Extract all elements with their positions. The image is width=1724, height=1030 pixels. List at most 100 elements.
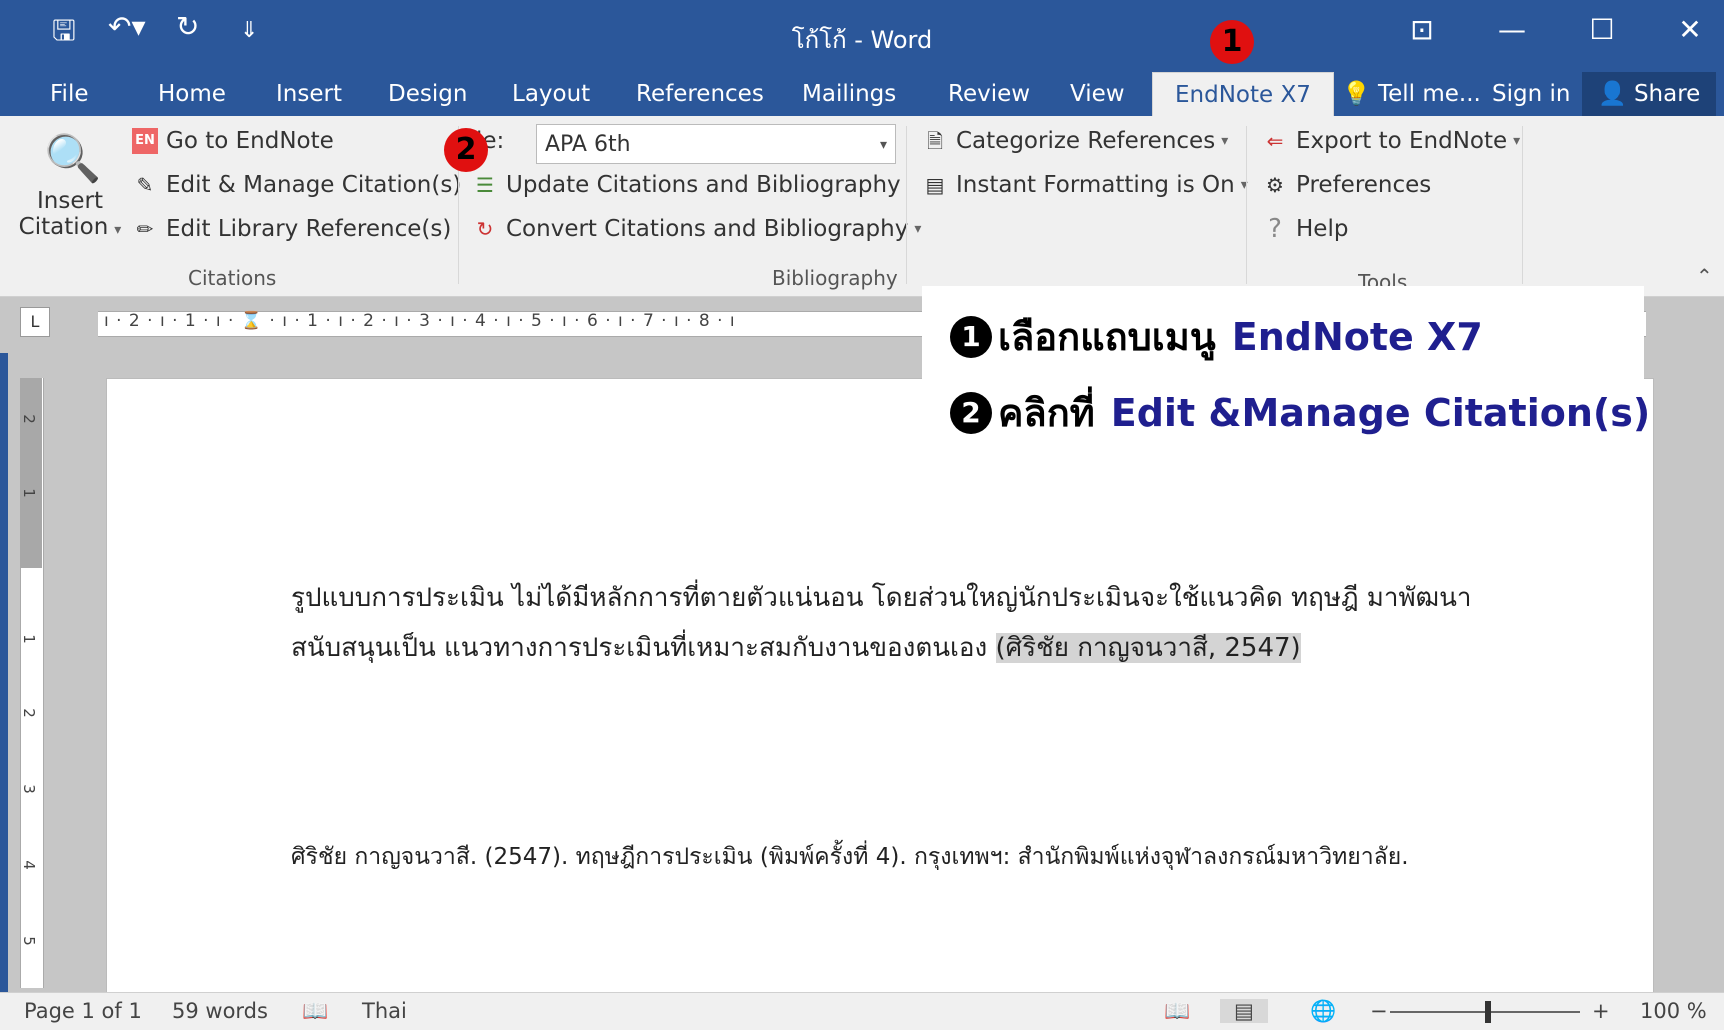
zoom-slider-thumb[interactable]	[1485, 1001, 1491, 1023]
lightbulb-icon: 💡	[1342, 81, 1378, 107]
callout-highlight: EndNote X7	[1231, 314, 1483, 359]
zoom-level[interactable]: 100 %	[1640, 999, 1707, 1023]
minimize-button[interactable]: —	[1482, 10, 1542, 50]
style-value: APA 6th	[545, 132, 631, 157]
vruler-number: 1	[19, 634, 38, 644]
vruler-number: 4	[19, 860, 38, 870]
endnote-logo-icon: EN	[132, 128, 158, 154]
proofing-icon[interactable]: 📖	[302, 999, 328, 1024]
tab-review[interactable]: Review	[942, 72, 1036, 116]
preferences-label: Preferences	[1296, 172, 1432, 198]
tab-layout[interactable]: Layout	[506, 72, 596, 116]
help-label: Help	[1296, 216, 1349, 242]
preferences-button[interactable]: ⚙ Preferences	[1262, 172, 1431, 198]
page-count[interactable]: Page 1 of 1	[24, 999, 142, 1023]
go-to-endnote-button[interactable]: EN Go to EndNote	[132, 128, 334, 154]
instant-formatting-button[interactable]: ▤ Instant Formatting is On ▾	[922, 172, 1248, 198]
person-icon: 👤	[1598, 81, 1634, 107]
callout-step-1: 1 เลือกแถบเมนู EndNote X7	[950, 306, 1483, 367]
step-marker-1: 1	[1210, 20, 1254, 64]
word-count[interactable]: 59 words	[172, 999, 268, 1023]
bibliography-group-label: Bibliography	[772, 266, 898, 290]
document-icon: 🗎	[926, 129, 944, 153]
language-indicator[interactable]: Thai	[362, 999, 407, 1023]
magnifier-icon: 🔍	[44, 131, 102, 185]
title-bar: 🖫 ↶▾ ↻ ⇓ โก้โก้ - Word ⊡ — ☐ ✕	[0, 0, 1724, 64]
edit-pencil-icon: ✎	[136, 173, 154, 197]
paragraph-line-2[interactable]: สนับสนุนเป็น แนวทางการประเมินที่เหมาะสมก…	[291, 627, 1301, 668]
tab-view[interactable]: View	[1064, 72, 1131, 116]
vruler-number: 2	[19, 414, 38, 424]
insert-citation-label: Insert	[37, 188, 103, 214]
sign-in-link[interactable]: Sign in	[1486, 72, 1576, 116]
share-button[interactable]: 👤 Share	[1582, 72, 1717, 116]
style-select[interactable]: APA 6th ▾	[536, 124, 896, 164]
edit-library-reference-button[interactable]: ✏ Edit Library Reference(s)	[132, 216, 452, 242]
status-bar: Page 1 of 1 59 words 📖 Thai 📖 ▤ 🌐 − + 10…	[0, 992, 1724, 1030]
tab-selector[interactable]: L	[20, 307, 50, 337]
tell-me-search[interactable]: 💡 Tell me...	[1336, 72, 1487, 116]
help-button[interactable]: ? Help	[1262, 216, 1348, 242]
collapse-ribbon-icon[interactable]: ⌃	[1696, 264, 1713, 288]
instant-formatting-label: Instant Formatting is On	[956, 172, 1235, 198]
print-layout-icon[interactable]: ▤	[1220, 999, 1268, 1023]
ruler-marks: ı · 2 · ı · 1 · ı · ⌛ · ı · 1 · ı · 2 · …	[104, 311, 736, 331]
edit-manage-citations-button[interactable]: ✎ Edit & Manage Citation(s)	[132, 172, 462, 198]
bibliography-entry[interactable]: ศิริชัย กาญจนวาสี. (2547). ทฤษฎีการประเม…	[291, 839, 1409, 875]
group-divider	[1246, 126, 1247, 284]
callout-text: เลือกแถบเมนู	[998, 315, 1216, 359]
insert-citation-label-2: Citation	[18, 214, 109, 240]
tab-endnote[interactable]: EndNote X7	[1152, 72, 1334, 117]
vruler-number: 2	[19, 708, 38, 718]
maximize-button[interactable]: ☐	[1572, 10, 1632, 50]
tab-references[interactable]: References	[630, 72, 770, 116]
endnote-ribbon: 🔍 Insert Citation ▾ EN Go to EndNote ✎ Ed…	[0, 116, 1724, 297]
zoom-in-icon[interactable]: +	[1592, 999, 1610, 1023]
vruler-number: 1	[19, 488, 38, 498]
group-divider	[906, 126, 907, 284]
step-marker-2: 2	[444, 128, 488, 172]
tab-home[interactable]: Home	[152, 72, 232, 116]
help-icon: ?	[1268, 214, 1282, 244]
step-number: 1	[950, 315, 992, 358]
vertical-ruler-margin	[20, 378, 42, 568]
export-label: Export to EndNote	[1296, 128, 1508, 154]
paragraph-line-1[interactable]: รูปแบบการประเมิน ไม่ได้มีหลักการที่ตายตั…	[291, 577, 1472, 618]
convert-citations-button[interactable]: ↻ Convert Citations and Bibliography ▾	[472, 216, 922, 242]
document-title: โก้โก้ - Word	[791, 26, 933, 54]
close-button[interactable]: ✕	[1660, 10, 1720, 50]
edit-library-icon: ✏	[136, 217, 154, 241]
citation-field[interactable]: (ศิริชัย กาญจนวาสี, 2547)	[995, 633, 1301, 663]
convert-citations-label: Convert Citations and Bibliography	[506, 216, 909, 242]
document-page[interactable]: รูปแบบการประเมิน ไม่ได้มีหลักการที่ตายตั…	[106, 378, 1654, 1000]
formatting-icon: ▤	[925, 173, 945, 197]
ribbon-display-icon[interactable]: ⊡	[1392, 10, 1452, 50]
edit-manage-label: Edit & Manage Citation(s)	[166, 172, 462, 198]
step-number: 2	[950, 391, 992, 434]
read-mode-icon[interactable]: 📖	[1164, 999, 1190, 1024]
instruction-callout: 1 เลือกแถบเมนู EndNote X7 2 คลิกที่ Edit…	[922, 286, 1650, 444]
vruler-number: 3	[19, 784, 38, 794]
preferences-tools-icon: ⚙	[1266, 173, 1284, 197]
update-list-icon: ☰	[476, 173, 494, 197]
paragraph-text: สนับสนุนเป็น แนวทางการประเมินที่เหมาะสมก…	[291, 633, 996, 663]
go-to-endnote-label: Go to EndNote	[166, 128, 334, 154]
tab-insert[interactable]: Insert	[270, 72, 348, 116]
tab-file[interactable]: File	[44, 72, 95, 116]
convert-icon: ↻	[476, 217, 494, 241]
insert-citation-button[interactable]: 🔍 Insert Citation ▾	[16, 124, 124, 264]
ribbon-tabs: File Home Insert Design Layout Reference…	[0, 64, 1724, 117]
export-to-endnote-button[interactable]: ⇐ Export to EndNote ▾	[1262, 128, 1521, 154]
web-layout-icon[interactable]: 🌐	[1310, 999, 1336, 1024]
citations-group-label: Citations	[188, 266, 277, 290]
tab-design[interactable]: Design	[382, 72, 473, 116]
categorize-label: Categorize References	[956, 128, 1216, 154]
chevron-down-icon: ▾	[879, 137, 887, 153]
callout-text: คลิกที่	[998, 391, 1095, 435]
update-citations-button[interactable]: ☰ Update Citations and Bibliography	[472, 172, 901, 198]
tell-me-label: Tell me...	[1377, 81, 1481, 107]
categorize-references-button[interactable]: 🗎 Categorize References ▾	[922, 128, 1228, 154]
group-divider	[1522, 126, 1523, 284]
tab-mailings[interactable]: Mailings	[796, 72, 902, 116]
zoom-out-icon[interactable]: −	[1370, 999, 1388, 1023]
